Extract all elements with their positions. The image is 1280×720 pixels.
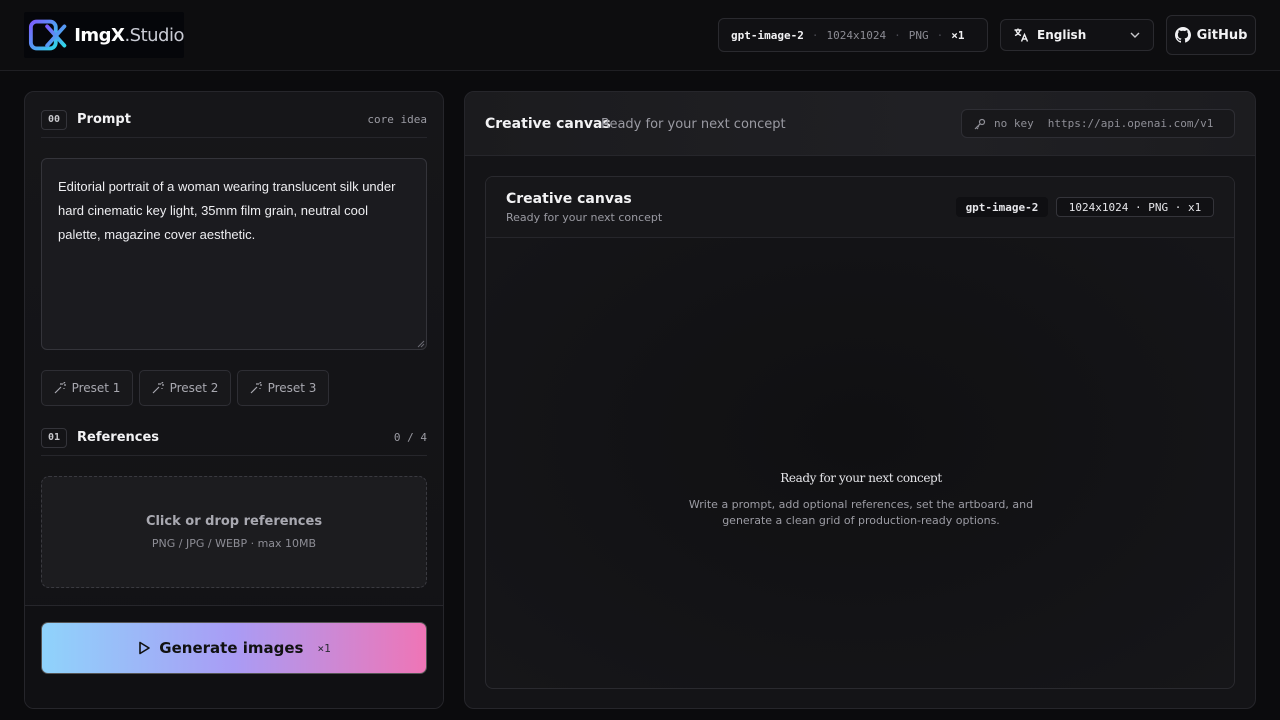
count-value: ×1 bbox=[951, 28, 965, 42]
composer-panel: 00 Prompt core idea Editorial portrait o… bbox=[24, 91, 444, 709]
canvas-title: Creative canvas bbox=[506, 191, 632, 207]
translate-icon bbox=[1014, 28, 1029, 42]
language-select[interactable]: English bbox=[1000, 19, 1154, 51]
github-icon bbox=[1174, 27, 1191, 43]
section-title: References bbox=[77, 430, 160, 445]
language-value: English bbox=[1037, 28, 1087, 42]
github-label: GitHub bbox=[1196, 27, 1248, 43]
github-button[interactable]: GitHub bbox=[1166, 15, 1256, 55]
key-icon bbox=[974, 118, 986, 129]
size-value: 1024x1024 bbox=[826, 28, 887, 42]
magic-wand-icon bbox=[250, 382, 262, 394]
prompt-input[interactable]: Editorial portrait of a woman wearing tr… bbox=[41, 158, 427, 350]
model-settings-pill[interactable]: gpt-image-2 · 1024x1024 · PNG · ×1 bbox=[718, 18, 988, 52]
app-header: ImgX.Studio gpt-image-2 · 1024x1024 · PN… bbox=[0, 0, 1280, 71]
preset-button-2[interactable]: Preset 2 bbox=[139, 370, 231, 406]
spec-badge: 1024x1024 · PNG · x1 bbox=[1056, 197, 1214, 217]
preset-button-1[interactable]: Preset 1 bbox=[41, 370, 133, 406]
generate-label: Generate images bbox=[159, 639, 304, 657]
magic-wand-icon bbox=[152, 382, 164, 394]
panel-title: Creative canvas bbox=[485, 116, 611, 132]
logo-text: ImgX.Studio bbox=[74, 24, 184, 46]
format-value: PNG bbox=[908, 28, 929, 42]
resize-handle-icon[interactable] bbox=[417, 340, 425, 348]
empty-state-title: Ready for your next concept bbox=[780, 471, 942, 485]
dropzone-title: Click or drop references bbox=[145, 514, 323, 529]
section-number: 00 bbox=[41, 109, 67, 130]
canvas-subtitle: Ready for your next concept bbox=[506, 211, 663, 224]
logo[interactable]: ImgX.Studio bbox=[24, 12, 184, 58]
reference-count: 0 / 4 bbox=[393, 431, 427, 444]
section-number: 01 bbox=[41, 427, 67, 448]
composer-footer: Generate images ×1 bbox=[25, 605, 443, 708]
prompt-section-header: 00 Prompt core idea bbox=[41, 102, 427, 138]
panel-subtitle: Ready for your next concept bbox=[601, 117, 786, 132]
play-icon bbox=[139, 641, 151, 655]
model-badge: gpt-image-2 bbox=[956, 197, 1048, 217]
empty-state-description: Write a prompt, add optional references,… bbox=[688, 498, 1034, 527]
magic-wand-icon bbox=[54, 382, 66, 394]
dropzone-hint: PNG / JPG / WEBP · max 10MB bbox=[151, 537, 317, 550]
generate-images-button[interactable]: Generate images ×1 bbox=[41, 622, 427, 674]
preset-list: Preset 1 Preset 2 Preset 3 bbox=[41, 370, 329, 406]
canvas-header: Creative canvas Ready for your next conc… bbox=[486, 177, 1234, 238]
canvas-panel: Creative canvas Ready for your next conc… bbox=[464, 91, 1256, 709]
references-section-header: 01 References 0 / 4 bbox=[41, 420, 427, 456]
reference-dropzone[interactable]: Click or drop references PNG / JPG / WEB… bbox=[41, 476, 427, 588]
creative-canvas: Creative canvas Ready for your next conc… bbox=[485, 176, 1235, 689]
api-endpoint-pill[interactable]: no key https://api.openai.com/v1 bbox=[961, 109, 1235, 138]
logo-icon bbox=[28, 19, 67, 51]
generate-count: ×1 bbox=[317, 641, 331, 655]
api-key-status: no key bbox=[994, 117, 1034, 130]
section-hint: core idea bbox=[367, 113, 427, 126]
chevron-down-icon bbox=[1130, 32, 1140, 38]
api-url: https://api.openai.com/v1 bbox=[1047, 117, 1214, 130]
canvas-panel-header: Creative canvas Ready for your next conc… bbox=[465, 92, 1255, 156]
model-name: gpt-image-2 bbox=[731, 28, 804, 42]
section-title: Prompt bbox=[77, 112, 131, 127]
preset-button-3[interactable]: Preset 3 bbox=[237, 370, 329, 406]
